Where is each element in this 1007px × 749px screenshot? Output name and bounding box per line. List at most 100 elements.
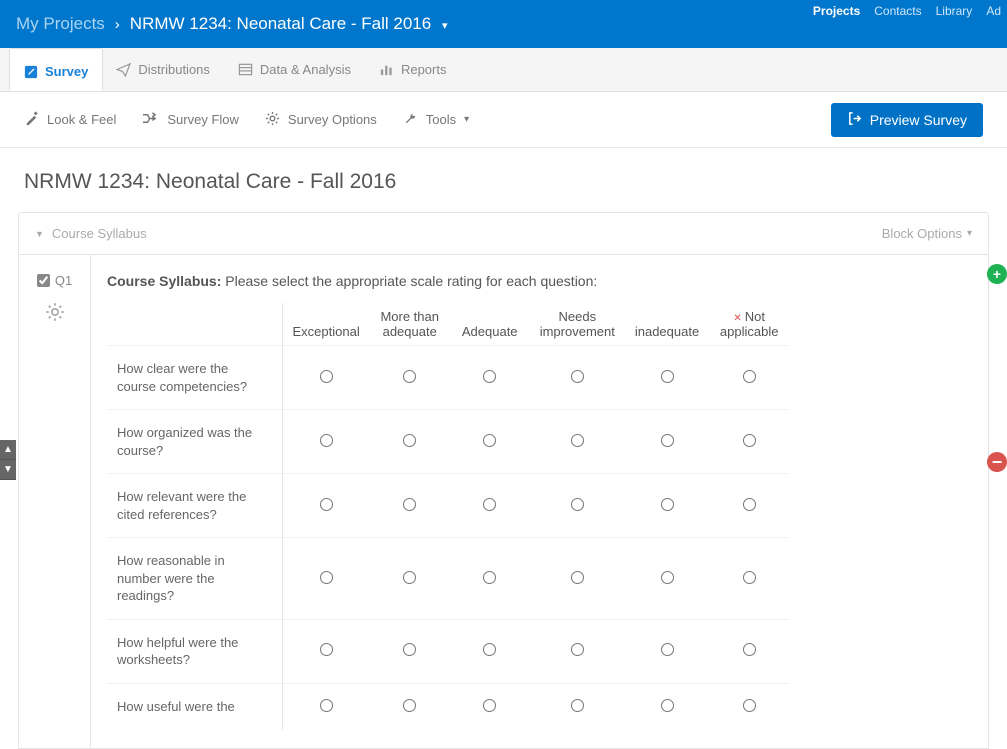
move-down-button[interactable]: ▼ <box>0 460 16 480</box>
breadcrumb-project-name[interactable]: NRMW 1234: Neonatal Care - Fall 2016 ▾ <box>130 14 448 34</box>
breadcrumb-my-projects[interactable]: My Projects <box>16 14 105 34</box>
matrix-radio[interactable] <box>320 643 333 656</box>
survey-toolbar: Look & Feel Survey Flow Survey Options T… <box>0 92 1007 148</box>
row-label[interactable]: How useful were the <box>107 684 282 730</box>
paper-plane-icon <box>116 62 131 77</box>
bar-chart-icon <box>379 62 394 77</box>
question-text[interactable]: Course Syllabus: Please select the appro… <box>107 273 972 289</box>
matrix-cell <box>625 346 709 410</box>
breadcrumb: My Projects › NRMW 1234: Neonatal Care -… <box>16 14 447 34</box>
matrix-cell <box>282 619 370 683</box>
matrix-cell <box>370 346 450 410</box>
matrix-radio[interactable] <box>320 571 333 584</box>
tab-distributions[interactable]: Distributions <box>102 48 224 91</box>
question-select-checkbox[interactable]: Q1 <box>37 273 72 288</box>
matrix-radio[interactable] <box>403 643 416 656</box>
move-up-button[interactable]: ▲ <box>0 440 16 460</box>
block-header: ▼ Course Syllabus Block Options ▾ <box>19 213 988 255</box>
matrix-radio[interactable] <box>571 498 584 511</box>
block-options-dropdown[interactable]: Block Options ▾ <box>882 226 972 241</box>
matrix-radio[interactable] <box>571 434 584 447</box>
matrix-radio[interactable] <box>743 498 756 511</box>
matrix-radio[interactable] <box>661 699 674 712</box>
survey-options-button[interactable]: Survey Options <box>265 111 377 129</box>
matrix-cell <box>370 538 450 620</box>
question-settings-gear-icon[interactable] <box>45 302 65 325</box>
column-header[interactable]: ✕Not applicable <box>709 303 789 346</box>
matrix-radio[interactable] <box>403 571 416 584</box>
nav-library[interactable]: Library <box>936 4 973 18</box>
nav-admin-trunc[interactable]: Ad <box>986 4 1001 18</box>
matrix-radio[interactable] <box>483 571 496 584</box>
preview-survey-button[interactable]: Preview Survey <box>831 103 983 137</box>
matrix-cell <box>530 474 625 538</box>
matrix-radio[interactable] <box>661 434 674 447</box>
matrix-cell <box>625 410 709 474</box>
matrix-radio[interactable] <box>403 699 416 712</box>
tools-dropdown[interactable]: Tools ▾ <box>403 111 469 129</box>
column-header[interactable]: Needs improvement <box>530 303 625 346</box>
project-tabs: Survey Distributions Data & Analysis Rep… <box>0 48 1007 92</box>
matrix-radio[interactable] <box>320 498 333 511</box>
matrix-radio[interactable] <box>571 643 584 656</box>
remove-question-button[interactable]: − <box>987 452 1007 472</box>
matrix-radio[interactable] <box>743 571 756 584</box>
matrix-radio[interactable] <box>320 370 333 383</box>
tab-reports[interactable]: Reports <box>365 48 461 91</box>
matrix-radio[interactable] <box>571 571 584 584</box>
matrix-radio[interactable] <box>571 370 584 383</box>
row-label[interactable]: How relevant were the cited references? <box>107 474 282 538</box>
row-label[interactable]: How clear were the course competencies? <box>107 346 282 410</box>
gear-icon <box>265 111 280 129</box>
matrix-radio[interactable] <box>483 434 496 447</box>
matrix-radio[interactable] <box>483 370 496 383</box>
matrix-cell <box>530 619 625 683</box>
nav-contacts[interactable]: Contacts <box>874 4 921 18</box>
matrix-radio[interactable] <box>743 370 756 383</box>
column-header[interactable]: More than adequate <box>370 303 450 346</box>
matrix-radio[interactable] <box>403 434 416 447</box>
matrix-radio[interactable] <box>403 498 416 511</box>
matrix-radio[interactable] <box>743 643 756 656</box>
question-body: Course Syllabus: Please select the appro… <box>91 255 988 748</box>
column-header[interactable]: Exceptional <box>282 303 370 346</box>
pencil-icon <box>24 65 38 79</box>
row-label[interactable]: How helpful were the worksheets? <box>107 619 282 683</box>
look-and-feel-button[interactable]: Look & Feel <box>24 111 116 129</box>
remove-column-icon[interactable]: ✕ <box>733 313 741 324</box>
survey-flow-button[interactable]: Survey Flow <box>142 111 239 129</box>
matrix-radio[interactable] <box>661 571 674 584</box>
matrix-radio[interactable] <box>483 643 496 656</box>
matrix-cell <box>282 410 370 474</box>
side-arrow-controls: ▲ ▼ <box>0 440 16 480</box>
column-header[interactable]: Adequate <box>450 303 530 346</box>
table-row: How relevant were the cited references? <box>107 474 789 538</box>
matrix-radio[interactable] <box>571 699 584 712</box>
chevron-down-icon: ▾ <box>442 20 448 32</box>
matrix-cell <box>282 684 370 730</box>
tab-data-analysis[interactable]: Data & Analysis <box>224 48 365 91</box>
matrix-radio[interactable] <box>483 699 496 712</box>
matrix-radio[interactable] <box>661 370 674 383</box>
block-name[interactable]: Course Syllabus <box>52 226 147 241</box>
matrix-radio[interactable] <box>320 699 333 712</box>
matrix-cell <box>709 619 789 683</box>
matrix-radio[interactable] <box>661 643 674 656</box>
matrix-cell <box>709 410 789 474</box>
nav-projects[interactable]: Projects <box>813 4 860 18</box>
tab-survey[interactable]: Survey <box>10 49 102 91</box>
q1-checkbox[interactable] <box>37 274 50 287</box>
matrix-radio[interactable] <box>320 434 333 447</box>
row-label[interactable]: How organized was the course? <box>107 410 282 474</box>
matrix-radio[interactable] <box>403 370 416 383</box>
matrix-radio[interactable] <box>483 498 496 511</box>
caret-down-icon[interactable]: ▼ <box>35 229 44 239</box>
row-label[interactable]: How reasonable in number were the readin… <box>107 538 282 620</box>
matrix-cell <box>450 346 530 410</box>
matrix-radio[interactable] <box>743 699 756 712</box>
matrix-radio[interactable] <box>743 434 756 447</box>
question-block: ▼ Course Syllabus Block Options ▾ Q1 Cou… <box>18 212 989 749</box>
column-header[interactable]: inadequate <box>625 303 709 346</box>
matrix-radio[interactable] <box>661 498 674 511</box>
add-question-button[interactable]: + <box>987 264 1007 284</box>
